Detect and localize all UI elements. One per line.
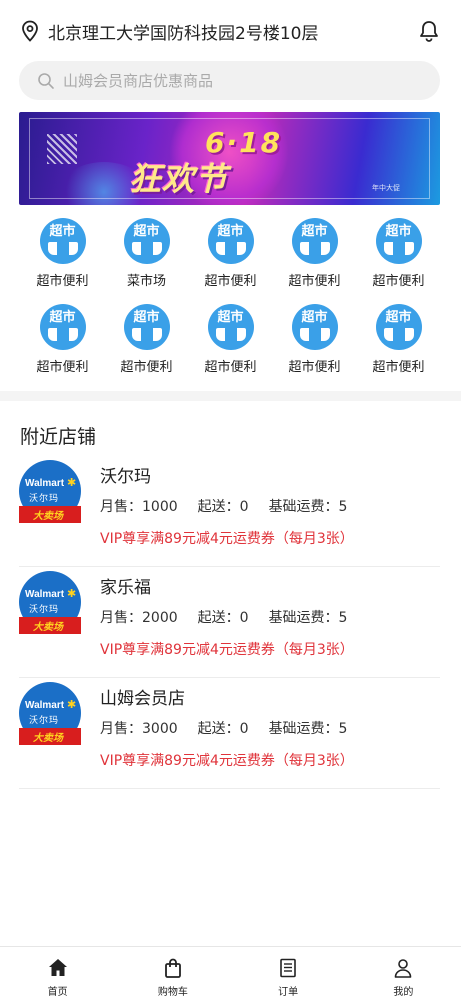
- supermarket-icon: 超市: [291, 218, 338, 264]
- tab-label: 购物车: [157, 987, 188, 998]
- search-bar[interactable]: 山姆会员商店优惠商品: [19, 61, 440, 100]
- delivery-address[interactable]: 北京理工大学国防科技园2号楼10层: [48, 19, 417, 44]
- category-item[interactable]: 超市 菜市场: [105, 218, 189, 294]
- supermarket-icon: 超市: [375, 218, 422, 264]
- category-item[interactable]: 超市 超市便利: [189, 218, 273, 294]
- spark-icon: ✱: [67, 476, 77, 489]
- promo-banner[interactable]: 6·18 狂欢节 年中大促: [19, 112, 440, 205]
- min-delivery: 起送：0: [197, 721, 249, 737]
- store-item[interactable]: Walmart ✱ 沃尔玛 大卖场 山姆会员店 月售：3000 起送：0 基础运…: [19, 678, 440, 789]
- supermarket-icon: 超市: [291, 304, 338, 350]
- store-item[interactable]: Walmart ✱ 沃尔玛 大卖场 沃尔玛 月售：1000 起送：0 基础运费：…: [19, 456, 440, 567]
- supermarket-icon: 超市: [123, 218, 170, 264]
- order-list-icon: [280, 958, 296, 978]
- store-logo: Walmart ✱ 沃尔玛 大卖场: [19, 682, 81, 746]
- tab-label: 我的: [393, 987, 414, 998]
- home-icon: [48, 959, 67, 976]
- store-logo: Walmart ✱ 沃尔玛 大卖场: [19, 460, 81, 524]
- category-item[interactable]: 超市 超市便利: [357, 304, 441, 380]
- category-item[interactable]: 超市 超市便利: [273, 304, 357, 380]
- user-icon: [395, 959, 412, 978]
- spark-icon: ✱: [67, 698, 77, 711]
- category-item[interactable]: 超市 超市便利: [273, 218, 357, 294]
- bottom-tab-bar: 首页 购物车 订单 我的: [0, 946, 461, 1000]
- base-fee: 基础运费：5: [268, 721, 348, 737]
- store-meta: 月售：1000 起送：0 基础运费：5: [100, 496, 440, 516]
- supermarket-icon: 超市: [39, 304, 86, 350]
- vip-promo: VIP尊享满89元减4元运费券（每月3张）: [100, 642, 354, 658]
- supermarket-icon: 超市: [375, 304, 422, 350]
- category-label: 菜市场: [126, 274, 166, 289]
- category-label: 超市便利: [288, 274, 341, 289]
- store-meta: 月售：3000 起送：0 基础运费：5: [100, 718, 440, 738]
- category-item[interactable]: 超市 超市便利: [189, 304, 273, 380]
- tab-orders[interactable]: 订单: [231, 947, 346, 1000]
- category-label: 超市便利: [372, 360, 425, 375]
- category-item[interactable]: 超市 超市便利: [21, 218, 105, 294]
- supermarket-icon: 超市: [123, 304, 170, 350]
- category-label: 超市便利: [372, 274, 425, 289]
- base-fee: 基础运费：5: [268, 499, 348, 515]
- section-divider: [0, 391, 461, 401]
- category-item[interactable]: 超市 超市便利: [105, 304, 189, 380]
- search-placeholder[interactable]: 山姆会员商店优惠商品: [63, 70, 213, 91]
- category-item[interactable]: 超市 超市便利: [21, 304, 105, 380]
- category-grid: 超市 超市便利 超市 菜市场 超市 超市便利 超市 超市便利 超市 超市便利 超…: [0, 218, 461, 380]
- category-label: 超市便利: [36, 360, 89, 375]
- monthly-sales: 月售：1000: [100, 499, 178, 515]
- category-label: 超市便利: [288, 360, 341, 375]
- tab-label: 首页: [47, 987, 68, 998]
- supermarket-icon: 超市: [39, 218, 86, 264]
- supermarket-icon: 超市: [207, 304, 254, 350]
- category-label: 超市便利: [36, 274, 89, 289]
- base-fee: 基础运费：5: [268, 610, 348, 626]
- bell-icon[interactable]: [417, 19, 441, 43]
- banner-subheadline: 狂欢节: [129, 160, 229, 198]
- store-meta: 月售：2000 起送：0 基础运费：5: [100, 607, 440, 627]
- store-list: Walmart ✱ 沃尔玛 大卖场 沃尔玛 月售：1000 起送：0 基础运费：…: [19, 456, 440, 789]
- shopping-bag-icon: [164, 958, 181, 978]
- vip-promo: VIP尊享满89元减4元运费券（每月3张）: [100, 531, 354, 547]
- monthly-sales: 月售：3000: [100, 721, 178, 737]
- section-title: 附近店铺: [20, 426, 97, 448]
- banner-tagline: 年中大促: [372, 184, 400, 192]
- store-name: 沃尔玛: [100, 467, 151, 487]
- store-name: 家乐福: [100, 578, 151, 598]
- supermarket-icon: 超市: [207, 218, 254, 264]
- category-label: 超市便利: [204, 274, 257, 289]
- tab-label: 订单: [278, 987, 299, 998]
- vip-promo: VIP尊享满89元减4元运费券（每月3张）: [100, 753, 354, 769]
- tab-profile[interactable]: 我的: [346, 947, 461, 1000]
- category-label: 超市便利: [204, 360, 257, 375]
- store-name: 山姆会员店: [100, 689, 185, 709]
- top-bar: 北京理工大学国防科技园2号楼10层: [0, 0, 461, 62]
- store-item[interactable]: Walmart ✱ 沃尔玛 大卖场 家乐福 月售：2000 起送：0 基础运费：…: [19, 567, 440, 678]
- store-logo: Walmart ✱ 沃尔玛 大卖场: [19, 571, 81, 635]
- monthly-sales: 月售：2000: [100, 610, 178, 626]
- spark-icon: ✱: [67, 587, 77, 600]
- tab-cart[interactable]: 购物车: [115, 947, 230, 1000]
- category-item[interactable]: 超市 超市便利: [357, 218, 441, 294]
- min-delivery: 起送：0: [197, 610, 249, 626]
- min-delivery: 起送：0: [197, 499, 249, 515]
- category-label: 超市便利: [120, 360, 173, 375]
- tab-home[interactable]: 首页: [0, 947, 115, 1000]
- search-icon: [38, 72, 54, 89]
- location-pin-icon[interactable]: [20, 20, 40, 42]
